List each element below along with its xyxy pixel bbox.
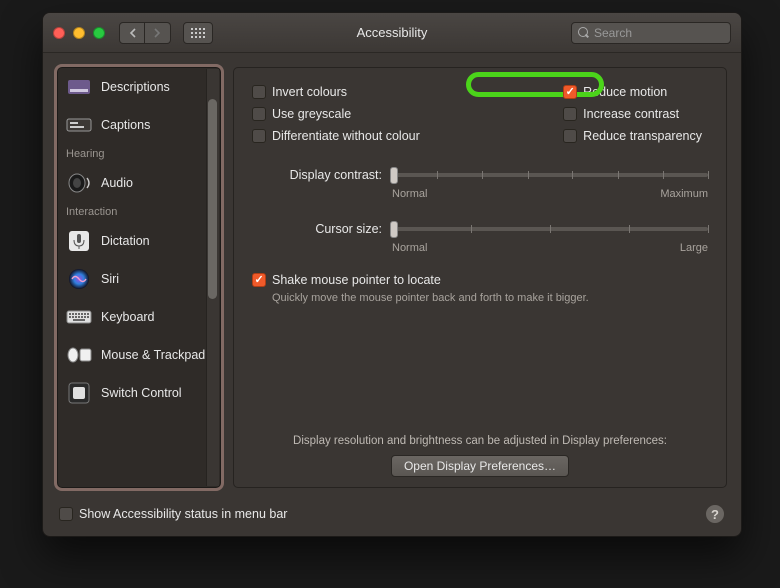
close-window-button[interactable] <box>53 27 65 39</box>
shake-mouse-hint: Quickly move the mouse pointer back and … <box>272 292 708 304</box>
main-panel: Invert colours Use greyscale Differentia… <box>233 67 727 488</box>
slider-scale: Normal Maximum <box>392 188 708 200</box>
checkbox-icon <box>252 129 266 143</box>
zoom-window-button[interactable] <box>93 27 105 39</box>
open-display-preferences-button[interactable]: Open Display Preferences… <box>391 455 569 477</box>
display-contrast-slider[interactable]: Display contrast: <box>252 164 708 186</box>
forward-button[interactable] <box>145 22 171 44</box>
differentiate-without-colour-checkbox[interactable]: Differentiate without colour <box>252 126 420 146</box>
scrollbar-thumb[interactable] <box>208 99 217 299</box>
back-button[interactable] <box>119 22 145 44</box>
reduce-motion-checkbox[interactable]: Reduce motion <box>563 82 702 102</box>
show-all-button[interactable] <box>183 22 213 44</box>
shake-mouse-checkbox[interactable]: Shake mouse pointer to locate <box>252 270 708 290</box>
sidebar-item-dictation[interactable]: Dictation <box>58 222 220 260</box>
show-status-menubar-checkbox[interactable]: Show Accessibility status in menu bar <box>59 504 287 524</box>
checkbox-icon <box>252 107 266 121</box>
slider-thumb[interactable] <box>390 167 398 184</box>
search-input[interactable] <box>594 26 724 40</box>
checkbox-label: Reduce transparency <box>583 129 702 143</box>
mouse-trackpad-icon <box>66 344 92 366</box>
checkbox-label: Differentiate without colour <box>272 129 420 143</box>
sidebar-item-audio[interactable]: Audio <box>58 164 220 202</box>
checkbox-icon <box>563 107 577 121</box>
lower-bar: Show Accessibility status in menu bar ? <box>43 502 741 536</box>
slider-max-label: Maximum <box>660 188 708 200</box>
sidebar-item-descriptions[interactable]: Descriptions <box>58 68 220 106</box>
button-label: Open Display Preferences… <box>404 459 556 473</box>
sidebar-item-label: Audio <box>101 176 133 190</box>
checkbox-label: Increase contrast <box>583 107 679 121</box>
sidebar-item-label: Descriptions <box>101 80 170 94</box>
sidebar-item-label: Captions <box>101 118 150 132</box>
reduce-transparency-checkbox[interactable]: Reduce transparency <box>563 126 702 146</box>
nav-buttons <box>119 22 171 44</box>
display-prefs-note: Display resolution and brightness can be… <box>252 435 708 447</box>
slider-min-label: Normal <box>392 188 427 200</box>
cursor-size-slider[interactable]: Cursor size: <box>252 218 708 240</box>
slider-scale: Normal Large <box>392 242 708 254</box>
sidebar-item-label: Mouse & Trackpad <box>101 348 205 362</box>
sidebar-item-siri[interactable]: Siri <box>58 260 220 298</box>
display-options: Invert colours Use greyscale Differentia… <box>252 82 708 146</box>
chevron-right-icon <box>154 28 161 38</box>
captions-icon <box>66 114 92 136</box>
checkbox-label: Reduce motion <box>583 85 667 99</box>
sidebar-scrollbar[interactable] <box>206 69 219 486</box>
keyboard-icon <box>66 306 92 328</box>
checkbox-label: Shake mouse pointer to locate <box>272 273 441 287</box>
audio-icon <box>66 172 92 194</box>
search-icon <box>578 27 589 38</box>
category-sidebar: Descriptions Captions Hearing Audio Inte… <box>57 67 221 488</box>
sidebar-item-label: Siri <box>101 272 119 286</box>
checkbox-icon <box>59 507 73 521</box>
checkbox-icon <box>563 85 577 99</box>
sidebar-heading-interaction: Interaction <box>58 202 220 222</box>
sidebar-item-keyboard[interactable]: Keyboard <box>58 298 220 336</box>
slider-min-label: Normal <box>392 242 427 254</box>
chevron-left-icon <box>129 28 136 38</box>
accessibility-window: Accessibility Descriptions Captions <box>42 12 742 537</box>
switch-control-icon <box>66 382 92 404</box>
grid-icon <box>191 28 205 38</box>
sidebar-item-label: Switch Control <box>101 386 182 400</box>
checkbox-label: Show Accessibility status in menu bar <box>79 507 287 521</box>
sidebar-item-switch-control[interactable]: Switch Control <box>58 374 220 412</box>
invert-colours-checkbox[interactable]: Invert colours <box>252 82 420 102</box>
slider-track[interactable] <box>392 227 708 231</box>
use-greyscale-checkbox[interactable]: Use greyscale <box>252 104 420 124</box>
slider-max-label: Large <box>680 242 708 254</box>
search-field[interactable] <box>571 22 731 44</box>
sidebar-heading-hearing: Hearing <box>58 144 220 164</box>
minimize-window-button[interactable] <box>73 27 85 39</box>
slider-track[interactable] <box>392 173 708 177</box>
slider-label: Cursor size: <box>252 222 382 236</box>
slider-label: Display contrast: <box>252 168 382 182</box>
window-traffic-lights <box>53 27 105 39</box>
help-button[interactable]: ? <box>705 504 725 524</box>
checkbox-label: Invert colours <box>272 85 347 99</box>
checkbox-icon <box>252 85 266 99</box>
descriptions-icon <box>66 76 92 98</box>
siri-icon <box>66 268 92 290</box>
sidebar-item-label: Keyboard <box>101 310 155 324</box>
sidebar-item-captions[interactable]: Captions <box>58 106 220 144</box>
checkbox-icon <box>252 273 266 287</box>
titlebar: Accessibility <box>43 13 741 53</box>
sidebar-item-label: Dictation <box>101 234 150 248</box>
increase-contrast-checkbox[interactable]: Increase contrast <box>563 104 702 124</box>
content-body: Descriptions Captions Hearing Audio Inte… <box>43 53 741 502</box>
checkbox-label: Use greyscale <box>272 107 351 121</box>
dictation-icon <box>66 230 92 252</box>
checkbox-icon <box>563 129 577 143</box>
slider-thumb[interactable] <box>390 221 398 238</box>
sidebar-item-mouse-trackpad[interactable]: Mouse & Trackpad <box>58 336 220 374</box>
